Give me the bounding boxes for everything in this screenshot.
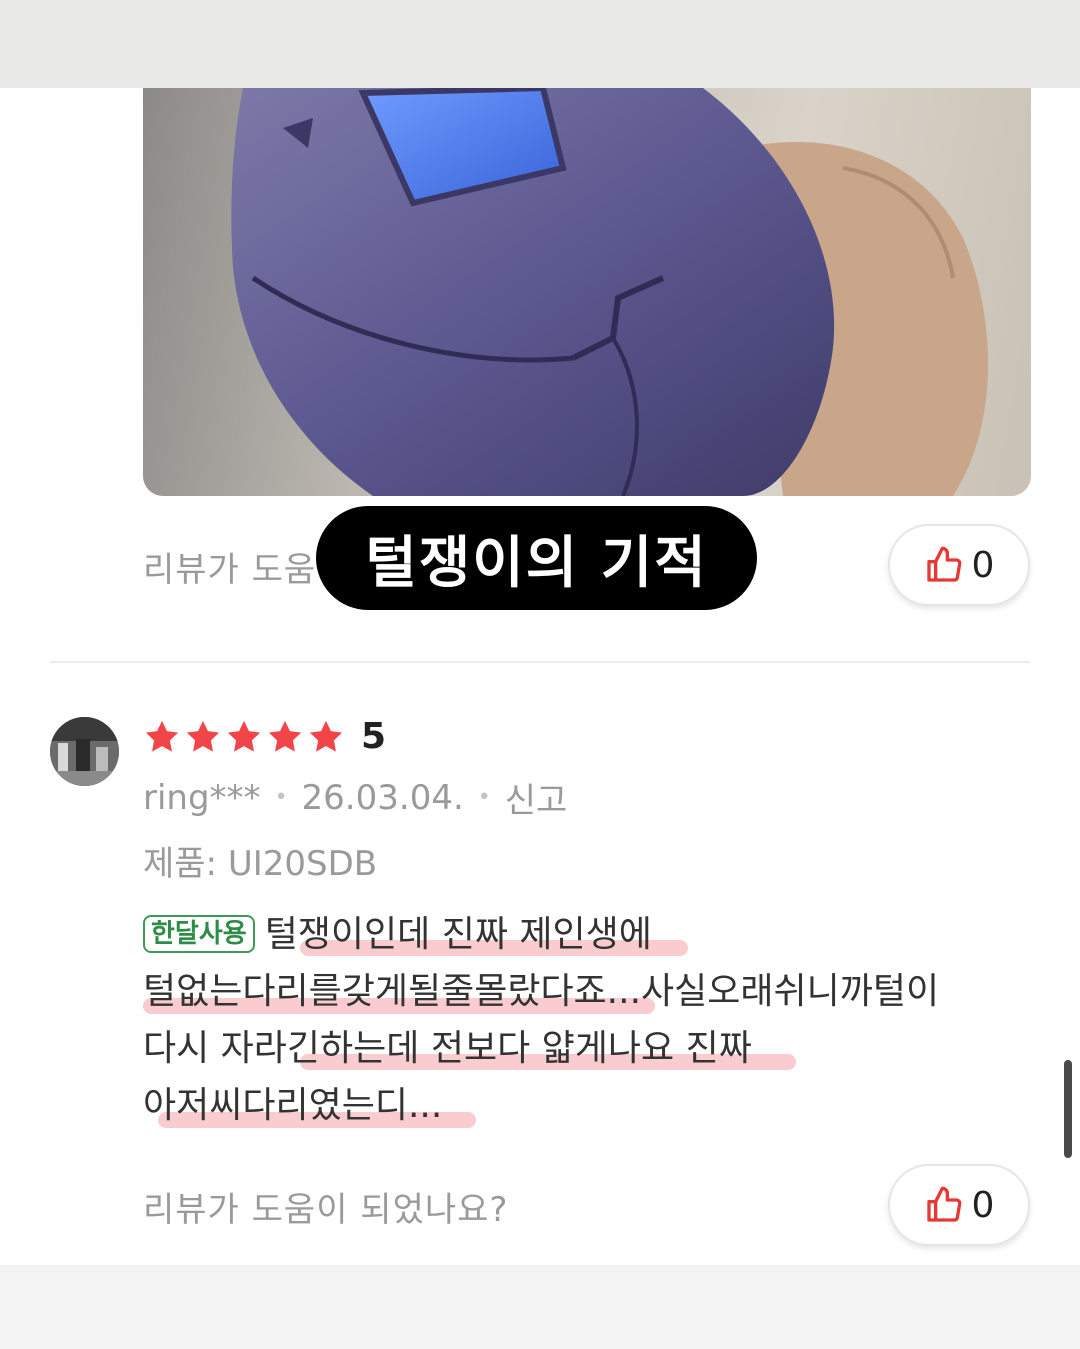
like-button[interactable]: 0 xyxy=(888,524,1030,606)
like-count: 0 xyxy=(971,544,995,586)
avatar[interactable] xyxy=(50,717,119,786)
review-body: 한달사용 털쟁이인데 진짜 제인생에 털없는다리를갖게될줄몰랐다죠...사실오래쉬… xyxy=(143,906,1023,1134)
review-date: 26.03.04. xyxy=(301,777,464,818)
star-icon xyxy=(268,720,302,752)
scrollbar[interactable] xyxy=(1064,1060,1072,1158)
separator: • xyxy=(274,785,288,810)
helpful-prompt: 리뷰가 도움 xyxy=(143,550,317,590)
usage-badge: 한달사용 xyxy=(143,915,255,953)
product-option: 제품: UI20SDB xyxy=(143,844,378,884)
top-bar xyxy=(0,0,1080,88)
review-line: 털없는다리를갖게될줄몰랐다죠...사실오래쉬니까털이 xyxy=(143,971,940,1012)
star-icon xyxy=(227,720,261,752)
review-line: 다시 자라긴하는데 전보다 얇게나요 진짜 xyxy=(143,1028,752,1069)
review-photo[interactable] xyxy=(143,88,1031,496)
helpful-prompt: 리뷰가 도움이 되었나요? xyxy=(143,1190,509,1230)
review-line: 아저씨다리였는디... xyxy=(143,1085,443,1126)
report-link[interactable]: 신고 xyxy=(505,773,568,822)
like-count: 0 xyxy=(971,1184,995,1226)
review-meta: ring*** • 26.03.04. • 신고 xyxy=(143,773,567,822)
thumbs-up-icon xyxy=(926,1186,961,1222)
review-line: 한달사용 털쟁이인데 진짜 제인생에 xyxy=(143,906,1023,963)
star-rating xyxy=(143,718,345,756)
author-name: ring*** xyxy=(143,777,261,818)
like-button[interactable]: 0 xyxy=(888,1164,1030,1246)
divider xyxy=(50,661,1030,663)
caption-overlay: 털쟁이의 기적 xyxy=(316,506,757,610)
rating-value: 5 xyxy=(361,716,387,757)
caption-text: 털쟁이의 기적 xyxy=(365,530,708,596)
thumbs-up-icon xyxy=(926,546,961,582)
star-icon xyxy=(309,720,343,752)
star-icon xyxy=(186,720,220,752)
star-icon xyxy=(145,720,179,752)
separator: • xyxy=(477,785,491,810)
bottom-bar xyxy=(0,1265,1080,1349)
